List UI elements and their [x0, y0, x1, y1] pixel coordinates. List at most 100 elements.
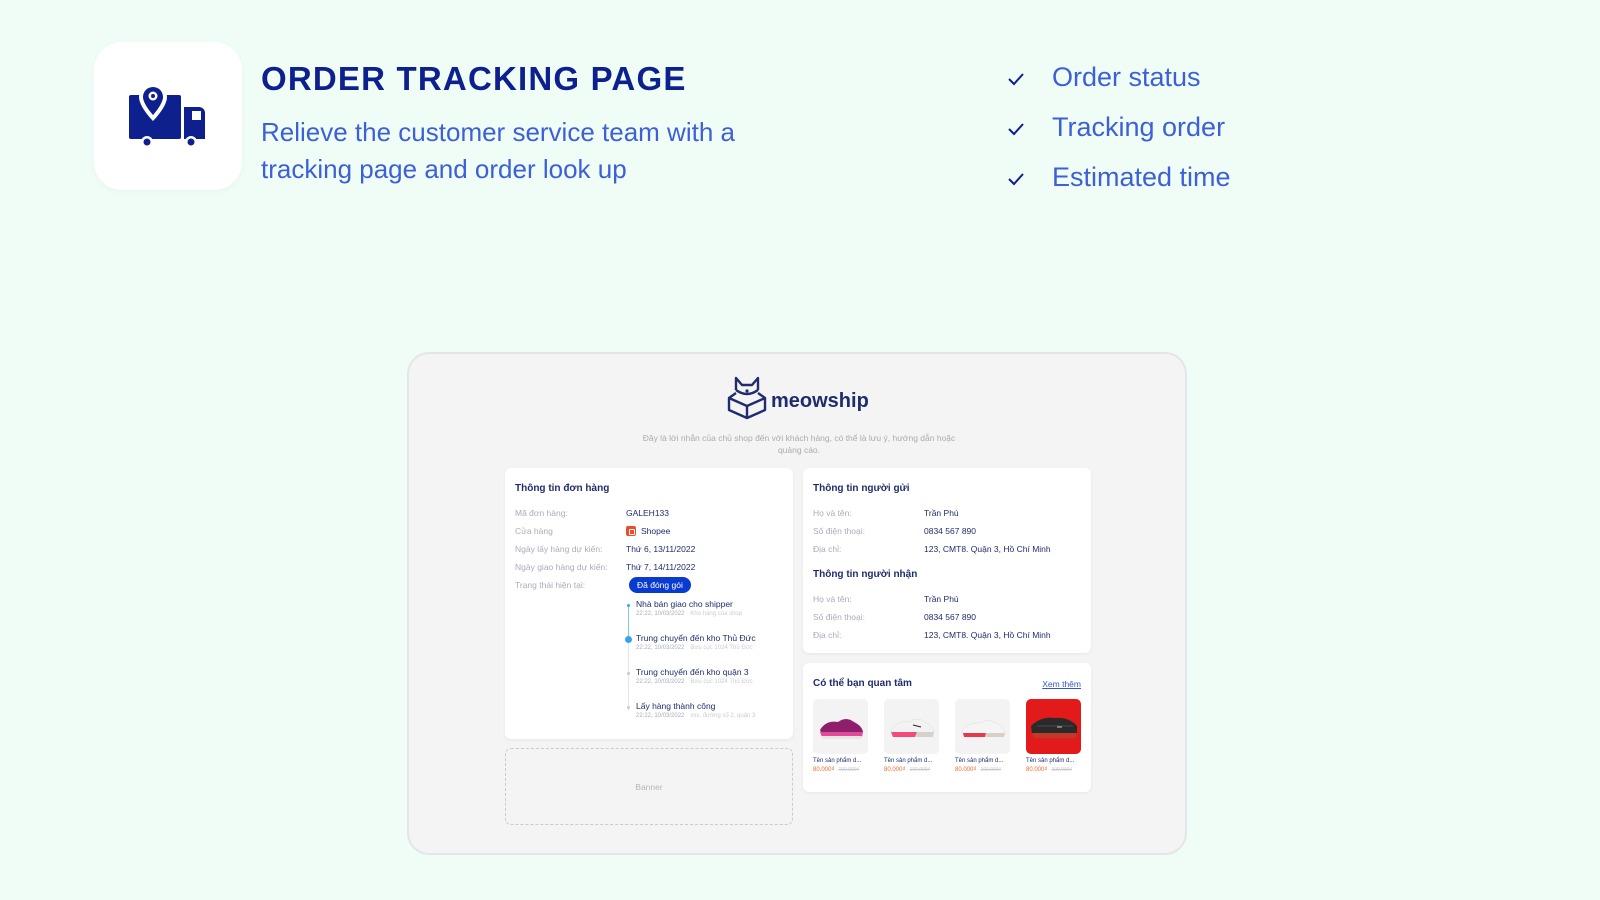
- feature-label: Tracking order: [1052, 111, 1226, 142]
- brand[interactable]: meowship: [727, 376, 869, 420]
- check-icon: [1008, 73, 1024, 86]
- timeline-step-title: Lấy hàng thành công: [636, 701, 716, 711]
- timeline-step-meta: 22:22, 10/03/2022 Kho hàng của shop: [636, 611, 742, 617]
- shoe-icon: [1030, 717, 1077, 738]
- timeline-step-time: 22:22, 10/03/2022: [636, 713, 685, 719]
- timeline-step-time: 22:22, 10/03/2022: [636, 611, 685, 617]
- price-original: 100.000₫: [838, 767, 860, 773]
- product-price: 80.000₫ 100.000₫: [813, 767, 868, 773]
- status-badge: Đã đóng gói: [629, 577, 691, 593]
- info-label: Ngày lấy hàng dự kiến:: [515, 544, 603, 554]
- shoe-icon: [890, 718, 934, 737]
- shop-row: Cửa hàng Shopee: [515, 526, 670, 536]
- timeline-step-meta: 22:22, 10/03/2022 Bưu cục 1024 Thủ Đức: [636, 679, 753, 685]
- sender-address: 123, CMT8. Quận 3, Hồ Chí Minh: [924, 544, 1051, 554]
- product-price: 80.000₫ 100.000₫: [884, 767, 939, 773]
- receiver-name-row: Họ và tên: Trần Phú: [813, 594, 959, 604]
- timeline-step-title: Nhà bán giao cho shipper: [636, 599, 733, 609]
- sender-name: Trần Phú: [924, 508, 959, 518]
- delivery-date-value: Thứ 7, 14/11/2022: [626, 562, 696, 572]
- product-image: [884, 699, 939, 754]
- receiver-address-row: Địa chỉ: 123, CMT8. Quận 3, Hồ Chí Minh: [813, 630, 1051, 640]
- hero-subtitle: Relieve the customer service team with a…: [261, 117, 735, 184]
- timeline-dot: [627, 706, 630, 709]
- shop-name: Shopee: [641, 526, 671, 536]
- app-icon-tile: [94, 42, 242, 190]
- feature-item: Estimated time: [1005, 152, 1231, 202]
- feature-label: Order status: [1052, 61, 1201, 92]
- info-label: Cửa hàng: [515, 526, 553, 536]
- timeline-step-time: 22:22, 10/03/2022: [636, 679, 685, 685]
- feature-label: Estimated time: [1052, 161, 1231, 192]
- timeline-dot-active: [625, 636, 632, 643]
- receiver-phone: 0834 567 890: [924, 612, 976, 622]
- product-image: [813, 699, 868, 754]
- order-id-row: Mã đơn hàng: GALEH133: [515, 508, 669, 518]
- info-label: Địa chỉ:: [813, 630, 842, 640]
- timeline-step-meta: 22:22, 10/03/2022 xxx, đường số 2, quận 3: [636, 713, 755, 719]
- brand-name: meowship: [771, 389, 869, 412]
- shopee-icon: [626, 526, 636, 536]
- sender-title: Thông tin người gửi: [813, 483, 910, 494]
- timeline-step-location: Kho hàng của shop: [690, 611, 743, 617]
- product-name: Tên sản phẩm d...: [1026, 758, 1075, 764]
- receiver-phone-row: Số điện thoại: 0834 567 890: [813, 612, 976, 622]
- order-id-value: GALEH133: [626, 508, 669, 518]
- shop-value: Shopee: [626, 526, 670, 536]
- info-label: Trạng thái hiện tại:: [515, 580, 586, 590]
- pickup-date-value: Thứ 6, 13/11/2022: [626, 544, 696, 554]
- delivery-date-row: Ngày giao hàng dự kiến: Thứ 7, 14/11/202…: [515, 562, 695, 572]
- suggestions-card: Có thể bạn quan tâm Xem thêm Tên sản phẩ…: [803, 663, 1091, 792]
- price-current: 80.000₫: [1026, 767, 1048, 773]
- product-price: 80.000₫ 100.000₫: [1026, 767, 1081, 773]
- timeline-step-location: xxx, đường số 2, quận 3: [690, 713, 756, 719]
- check-icon: [1008, 123, 1024, 136]
- product-name: Tên sản phẩm d...: [884, 758, 933, 764]
- timeline-step-meta: 22:22, 10/03/2022 Bưu cục 1024 Thủ Đức: [636, 645, 753, 651]
- product-name: Tên sản phẩm d...: [955, 758, 1004, 764]
- product-card[interactable]: Tên sản phẩm d... 80.000₫ 100.000₫: [813, 699, 868, 773]
- info-label: Họ và tên:: [813, 508, 852, 518]
- price-original: 100.000₫: [980, 767, 1002, 773]
- sender-phone-row: Số điện thoại: 0834 567 890: [813, 526, 976, 536]
- hero-title: ORDER TRACKING PAGE: [261, 60, 687, 97]
- banner-placeholder[interactable]: Banner: [505, 748, 793, 825]
- info-label: Mã đơn hàng:: [515, 508, 568, 518]
- price-current: 80.000₫: [813, 767, 835, 773]
- shop-message: Đây là lời nhắn của chủ shop đến với khá…: [642, 433, 956, 455]
- price-original: 100.000₫: [909, 767, 931, 773]
- see-more-link[interactable]: Xem thêm: [1042, 679, 1081, 689]
- price-original: 100.000₫: [1051, 767, 1073, 773]
- receiver-title: Thông tin người nhận: [813, 569, 918, 580]
- info-label: Địa chỉ:: [813, 544, 842, 554]
- check-icon: [1008, 173, 1024, 186]
- pickup-date-row: Ngày lấy hàng dự kiến: Thứ 6, 13/11/2022: [515, 544, 695, 554]
- sender-phone: 0834 567 890: [924, 526, 976, 536]
- timeline-step-time: 22:22, 10/03/2022: [636, 645, 685, 651]
- timeline-dot: [627, 604, 630, 607]
- receiver-address: 123, CMT8. Quận 3, Hồ Chí Minh: [924, 630, 1051, 640]
- timeline-step-title: Trung chuyển đến kho Thủ Đức: [636, 633, 756, 643]
- info-label: Số điện thoại:: [813, 526, 865, 536]
- shoe-icon: [819, 718, 863, 739]
- info-label: Họ và tên:: [813, 594, 852, 604]
- feature-item: Order status: [1005, 52, 1231, 102]
- product-image: [1026, 699, 1081, 754]
- price-current: 80.000₫: [955, 767, 977, 773]
- receiver-name: Trần Phú: [924, 594, 959, 604]
- feature-item: Tracking order: [1005, 102, 1231, 152]
- product-price: 80.000₫ 100.000₫: [955, 767, 1010, 773]
- delivery-truck-location-icon: [129, 83, 205, 148]
- product-card[interactable]: Tên sản phẩm d... 80.000₫ 100.000₫: [1026, 699, 1081, 773]
- product-card[interactable]: Tên sản phẩm d... 80.000₫ 100.000₫: [884, 699, 939, 773]
- sender-receiver-card: Thông tin người gửi Họ và tên: Trần Phú …: [803, 468, 1091, 653]
- feature-list: Order status Tracking order Estimated ti…: [1005, 52, 1231, 202]
- price-current: 80.000₫: [884, 767, 906, 773]
- product-image: [955, 699, 1010, 754]
- timeline-step-location: Bưu cục 1024 Thủ Đức: [690, 645, 753, 651]
- shoe-icon: [961, 719, 1005, 737]
- timeline-dot: [627, 672, 630, 675]
- sender-name-row: Họ và tên: Trần Phú: [813, 508, 959, 518]
- product-card[interactable]: Tên sản phẩm d... 80.000₫ 100.000₫: [955, 699, 1010, 773]
- timeline-step-title: Trung chuyển đến kho quận 3: [636, 667, 749, 677]
